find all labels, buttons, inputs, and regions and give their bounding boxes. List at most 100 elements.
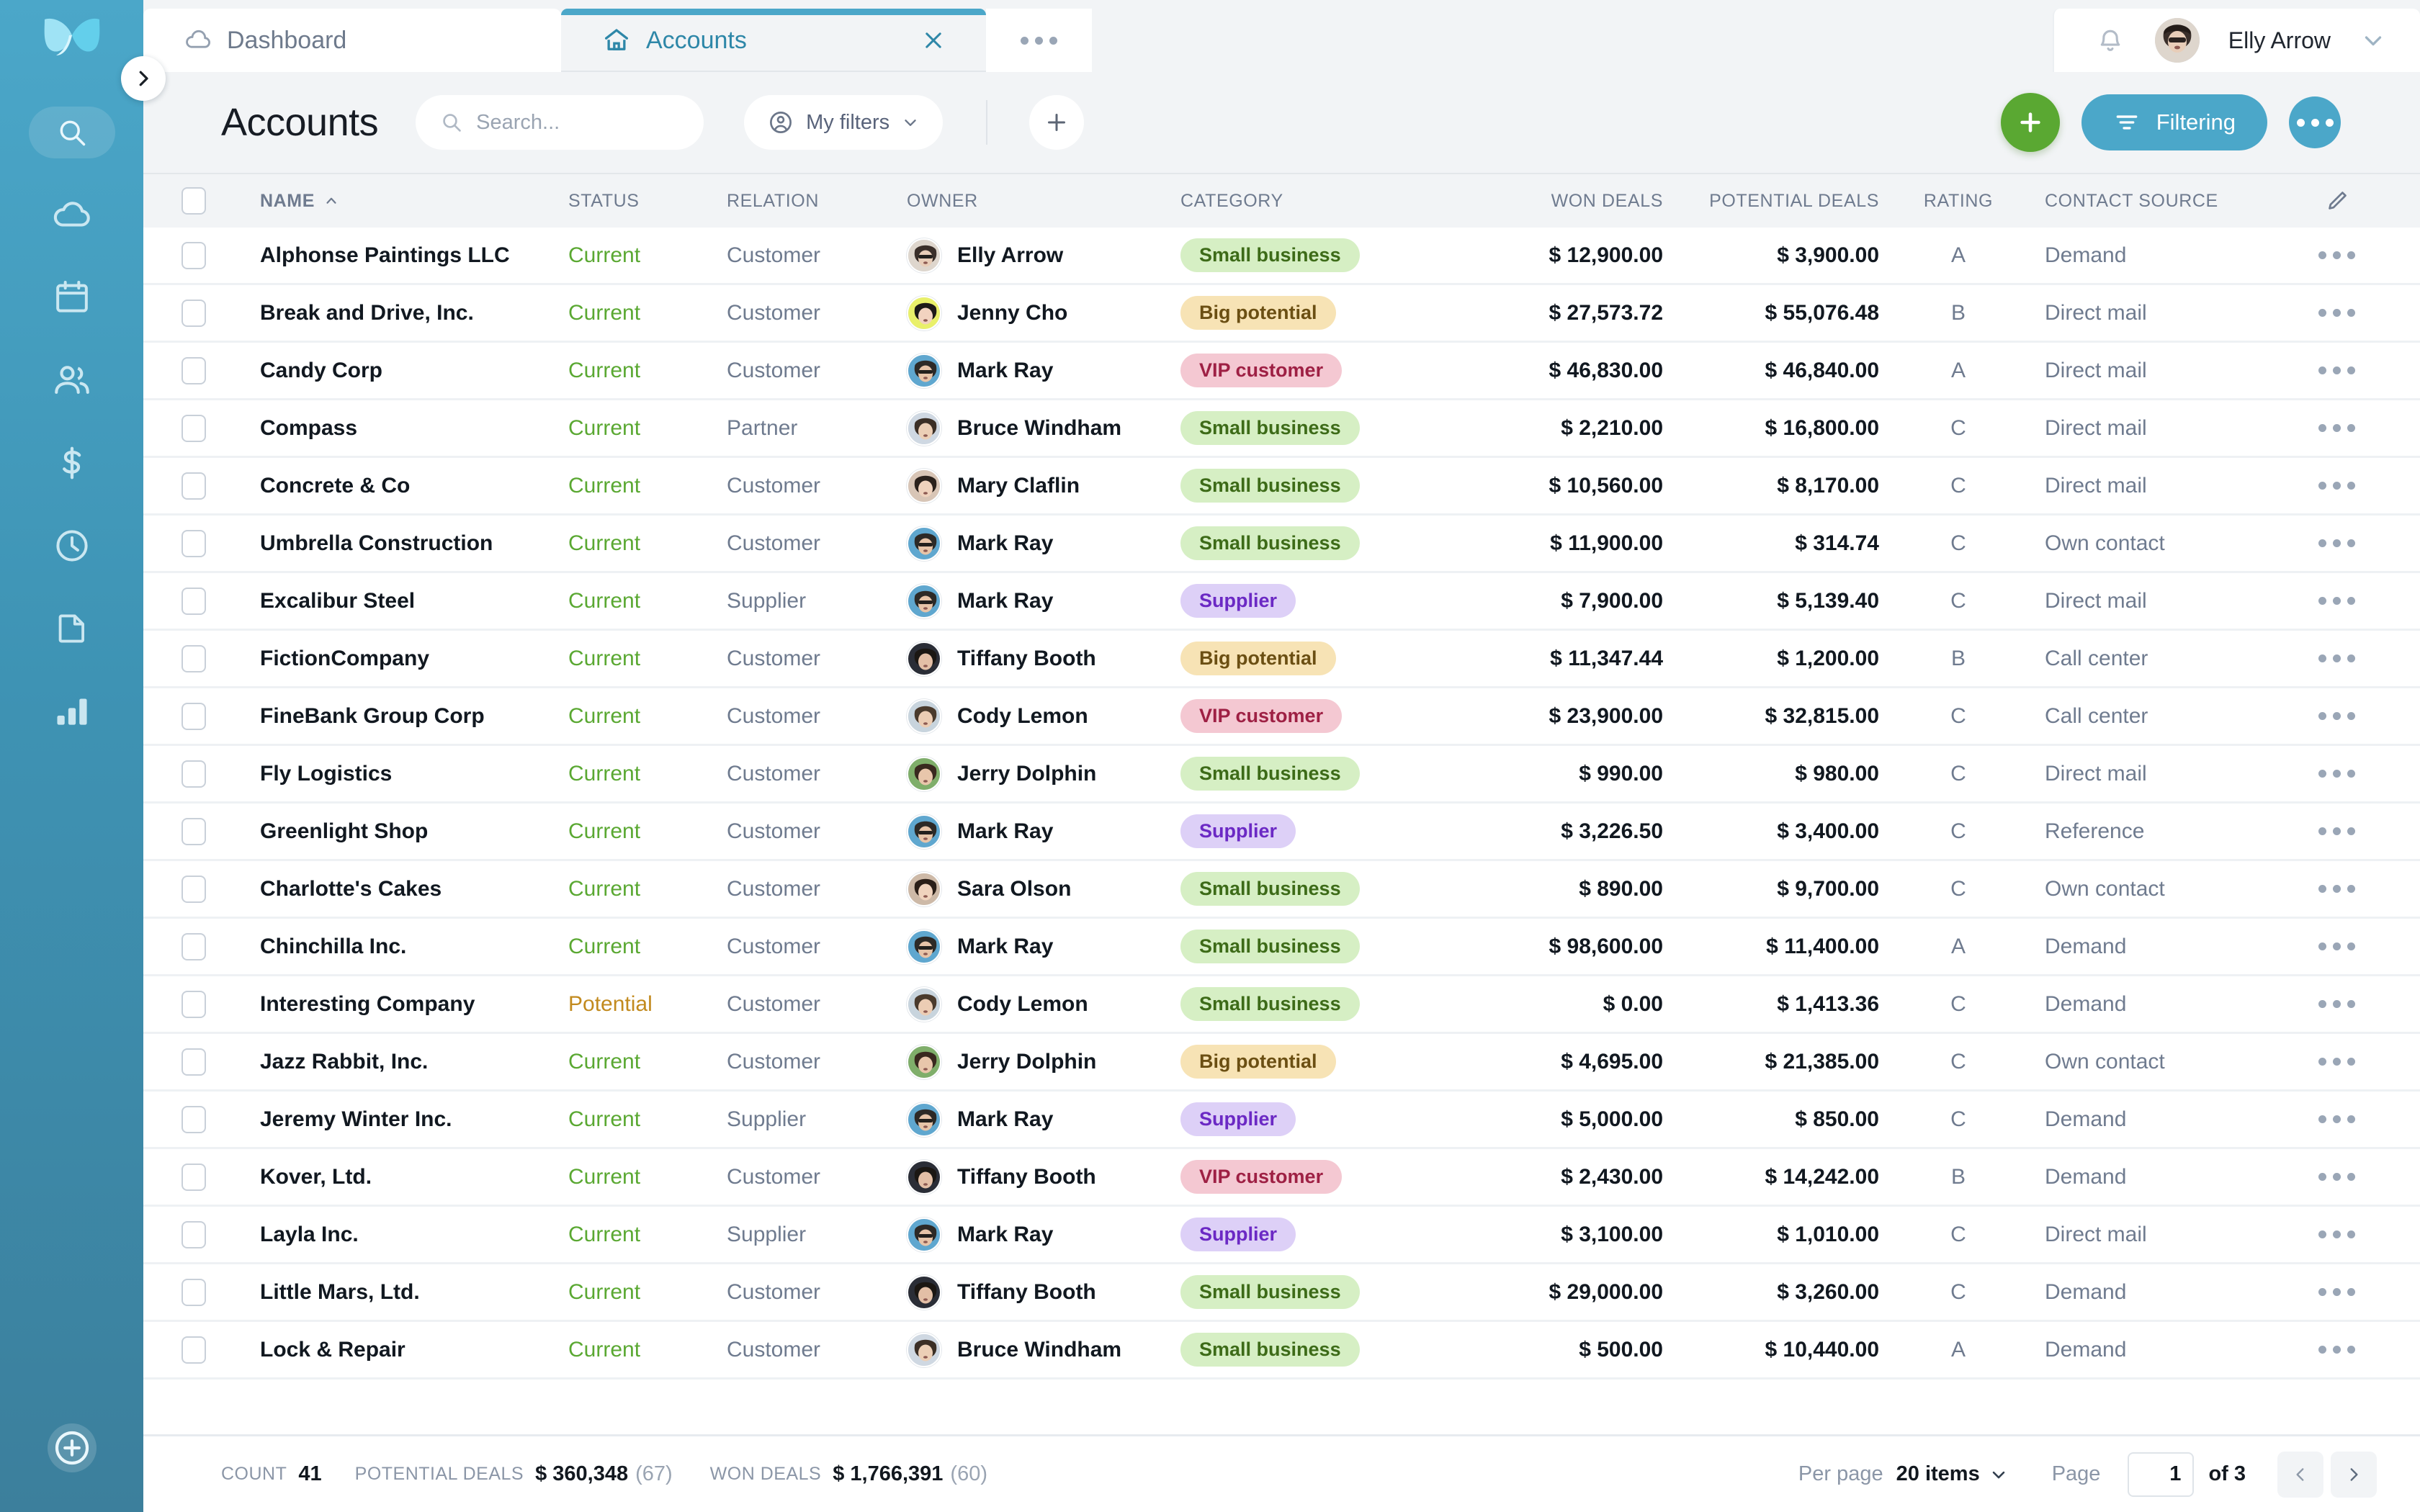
sidebar-calendar[interactable] xyxy=(49,274,95,320)
cell-name[interactable]: Greenlight Shop xyxy=(215,819,568,844)
row-menu-button[interactable] xyxy=(2254,827,2420,835)
tab-accounts[interactable]: Accounts xyxy=(561,9,986,72)
sidebar-deals[interactable] xyxy=(49,440,95,486)
filtering-button[interactable]: Filtering xyxy=(2081,94,2267,150)
cell-name[interactable]: Concrete & Co xyxy=(215,474,568,498)
row-menu-button[interactable] xyxy=(2254,1058,2420,1066)
table-row[interactable]: Candy Corp Current Customer Mark Ray VIP cus… xyxy=(143,343,2420,400)
row-menu-button[interactable] xyxy=(2254,1000,2420,1008)
row-menu-button[interactable] xyxy=(2254,539,2420,547)
cell-owner[interactable]: Cody Lemon xyxy=(907,698,1180,734)
tab-close-button[interactable] xyxy=(871,28,946,53)
notifications-button[interactable] xyxy=(2094,24,2126,56)
table-row[interactable]: FineBank Group Corp Current Customer Cody L… xyxy=(143,688,2420,746)
row-menu-button[interactable] xyxy=(2254,770,2420,778)
cell-owner[interactable]: Tiffany Booth xyxy=(907,641,1180,676)
table-row[interactable]: Lock & Repair Current Customer Bruce Windha… xyxy=(143,1322,2420,1380)
row-select-checkbox[interactable] xyxy=(143,702,215,730)
page-number-input[interactable]: 1 xyxy=(2128,1452,2195,1497)
cell-owner[interactable]: Mark Ray xyxy=(907,1102,1180,1137)
user-menu-button[interactable] xyxy=(2360,27,2387,54)
cell-owner[interactable]: Mary Claflin xyxy=(907,468,1180,503)
row-menu-button[interactable] xyxy=(2254,309,2420,317)
sidebar-reports[interactable] xyxy=(49,688,95,734)
row-menu-button[interactable] xyxy=(2254,885,2420,893)
cell-owner[interactable]: Mark Ray xyxy=(907,583,1180,618)
cell-name[interactable]: Interesting Company xyxy=(215,992,568,1017)
column-header-rating[interactable]: RATING xyxy=(1879,191,2038,212)
cell-name[interactable]: Candy Corp xyxy=(215,359,568,383)
cell-owner[interactable]: Mark Ray xyxy=(907,929,1180,964)
cell-owner[interactable]: Mark Ray xyxy=(907,526,1180,561)
search-input[interactable]: Search... xyxy=(416,95,704,150)
sidebar-dashboard[interactable] xyxy=(49,192,95,238)
tab-overflow-button[interactable] xyxy=(986,9,1092,72)
column-header-potential-deals[interactable]: POTENTIAL DEALS xyxy=(1663,191,1879,212)
column-header-name[interactable]: NAME xyxy=(215,191,568,212)
row-select-checkbox[interactable] xyxy=(143,990,215,1018)
avatar[interactable] xyxy=(2154,18,2200,63)
cell-name[interactable]: Layla Inc. xyxy=(215,1223,568,1247)
cell-owner[interactable]: Mark Ray xyxy=(907,814,1180,849)
row-select-checkbox[interactable] xyxy=(143,356,215,384)
cell-owner[interactable]: Elly Arrow xyxy=(907,238,1180,273)
row-select-checkbox[interactable] xyxy=(143,817,215,845)
row-menu-button[interactable] xyxy=(2254,424,2420,432)
table-row[interactable]: Compass Current Partner Bruce Windham Small … xyxy=(143,400,2420,458)
row-menu-button[interactable] xyxy=(2254,1288,2420,1296)
cell-name[interactable]: Chinchilla Inc. xyxy=(215,935,568,959)
table-row[interactable]: Umbrella Construction Current Customer Mark… xyxy=(143,516,2420,573)
cell-name[interactable]: Kover, Ltd. xyxy=(215,1165,568,1189)
row-menu-button[interactable] xyxy=(2254,597,2420,605)
table-row[interactable]: Greenlight Shop Current Customer Mark Ray Su… xyxy=(143,804,2420,861)
row-select-checkbox[interactable] xyxy=(143,472,215,500)
row-select-checkbox[interactable] xyxy=(143,1278,215,1306)
cell-owner[interactable]: Jerry Dolphin xyxy=(907,1044,1180,1079)
table-row[interactable]: Excalibur Steel Current Supplier Mark Ray Su… xyxy=(143,573,2420,631)
table-row[interactable]: Charlotte's Cakes Current Customer Sara Ols… xyxy=(143,861,2420,919)
row-select-checkbox[interactable] xyxy=(143,1336,215,1364)
tab-dashboard[interactable]: Dashboard xyxy=(143,9,561,72)
cell-name[interactable]: Fly Logistics xyxy=(215,762,568,786)
row-menu-button[interactable] xyxy=(2254,1173,2420,1181)
row-menu-button[interactable] xyxy=(2254,654,2420,662)
table-row[interactable]: Break and Drive, Inc. Current Customer Jenn… xyxy=(143,285,2420,343)
row-select-checkbox[interactable] xyxy=(143,932,215,960)
column-header-won-deals[interactable]: WON DEALS xyxy=(1483,191,1663,212)
cell-name[interactable]: Lock & Repair xyxy=(215,1338,568,1362)
add-view-button[interactable] xyxy=(1029,95,1085,150)
row-select-checkbox[interactable] xyxy=(143,299,215,327)
more-actions-button[interactable] xyxy=(2289,96,2341,148)
table-row[interactable]: FictionCompany Current Customer Tiffany Boo… xyxy=(143,631,2420,688)
cell-name[interactable]: Excalibur Steel xyxy=(215,589,568,613)
app-logo[interactable] xyxy=(0,0,143,72)
row-select-checkbox[interactable] xyxy=(143,1220,215,1248)
row-menu-button[interactable] xyxy=(2254,942,2420,950)
table-row[interactable]: Fly Logistics Current Customer Jerry Dolphi… xyxy=(143,746,2420,804)
row-select-checkbox[interactable] xyxy=(143,414,215,442)
row-menu-button[interactable] xyxy=(2254,482,2420,490)
column-header-relation[interactable]: RELATION xyxy=(727,191,907,212)
row-menu-button[interactable] xyxy=(2254,712,2420,720)
per-page-dropdown[interactable] xyxy=(1989,1464,2009,1485)
cell-owner[interactable]: Bruce Windham xyxy=(907,1332,1180,1367)
cell-owner[interactable]: Jenny Cho xyxy=(907,295,1180,330)
row-menu-button[interactable] xyxy=(2254,1115,2420,1123)
create-account-button[interactable] xyxy=(2000,93,2060,152)
cell-name[interactable]: Compass xyxy=(215,416,568,441)
row-select-checkbox[interactable] xyxy=(143,1105,215,1133)
cell-owner[interactable]: Bruce Windham xyxy=(907,410,1180,446)
column-header-contact-source[interactable]: CONTACT SOURCE xyxy=(2038,191,2254,212)
cell-name[interactable]: Charlotte's Cakes xyxy=(215,877,568,901)
prev-page-button[interactable] xyxy=(2277,1451,2323,1498)
row-select-checkbox[interactable] xyxy=(143,760,215,788)
select-all-checkbox[interactable] xyxy=(143,187,215,215)
row-select-checkbox[interactable] xyxy=(143,875,215,903)
sidebar-search[interactable] xyxy=(28,107,115,158)
column-header-category[interactable]: CATEGORY xyxy=(1180,191,1483,212)
table-row[interactable]: Concrete & Co Current Customer Mary Claflin… xyxy=(143,458,2420,516)
cell-name[interactable]: Umbrella Construction xyxy=(215,531,568,556)
column-header-owner[interactable]: OWNER xyxy=(907,191,1180,212)
sidebar-contacts[interactable] xyxy=(49,357,95,403)
table-row[interactable]: Jazz Rabbit, Inc. Current Customer Jerry Do… xyxy=(143,1034,2420,1092)
